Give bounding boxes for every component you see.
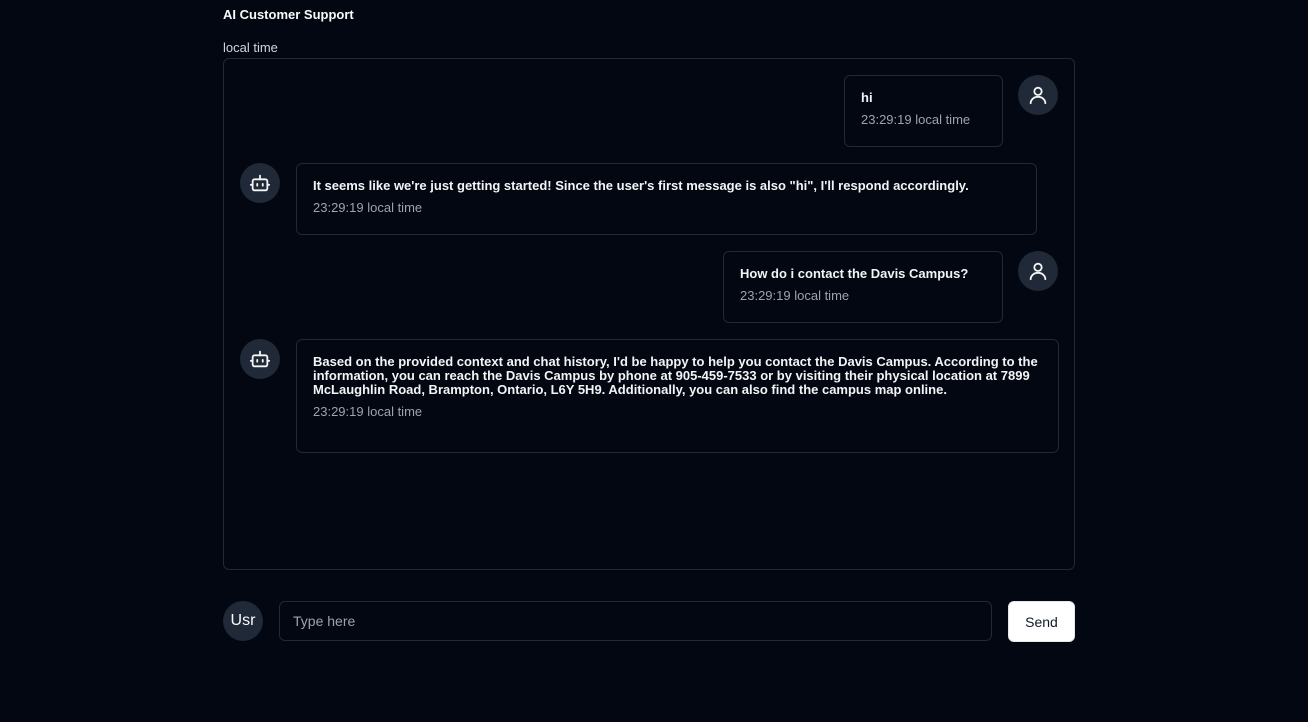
composer: Usr Send: [223, 601, 1075, 643]
bot-message: It seems like we're just getting started…: [296, 163, 1037, 235]
chat-history[interactable]: hi 23:29:19 local time It seems like we'…: [223, 58, 1075, 570]
message-timestamp: 23:29:19 local time: [313, 200, 423, 215]
bot-icon: [249, 350, 271, 368]
user-avatar: [1018, 75, 1058, 115]
message-timestamp: 23:29:19 local time: [861, 112, 971, 127]
user-avatar: [1018, 251, 1058, 291]
bot-message: Based on the provided context and chat h…: [296, 339, 1059, 453]
user-message: How do i contact the Davis Campus? 23:29…: [723, 251, 1003, 323]
user-icon: [1029, 262, 1047, 281]
message-text: It seems like we're just getting started…: [313, 178, 969, 193]
page-title: AI Customer Support: [223, 7, 354, 22]
message-text: How do i contact the Davis Campus?: [740, 266, 969, 281]
message-text: Based on the provided context and chat h…: [313, 354, 1038, 397]
bot-avatar: [240, 163, 280, 203]
user-avatar-label: Usr: [223, 601, 263, 641]
send-button[interactable]: Send: [1008, 601, 1075, 642]
message-timestamp: 23:29:19 local time: [313, 404, 423, 419]
message-text: hi: [861, 90, 873, 105]
timezone-label: local time: [223, 40, 278, 55]
user-icon: [1029, 86, 1047, 105]
user-message: hi 23:29:19 local time: [844, 75, 1003, 147]
message-timestamp: 23:29:19 local time: [740, 288, 850, 303]
bot-icon: [249, 174, 271, 192]
message-input[interactable]: [279, 601, 992, 641]
bot-avatar: [240, 339, 280, 379]
